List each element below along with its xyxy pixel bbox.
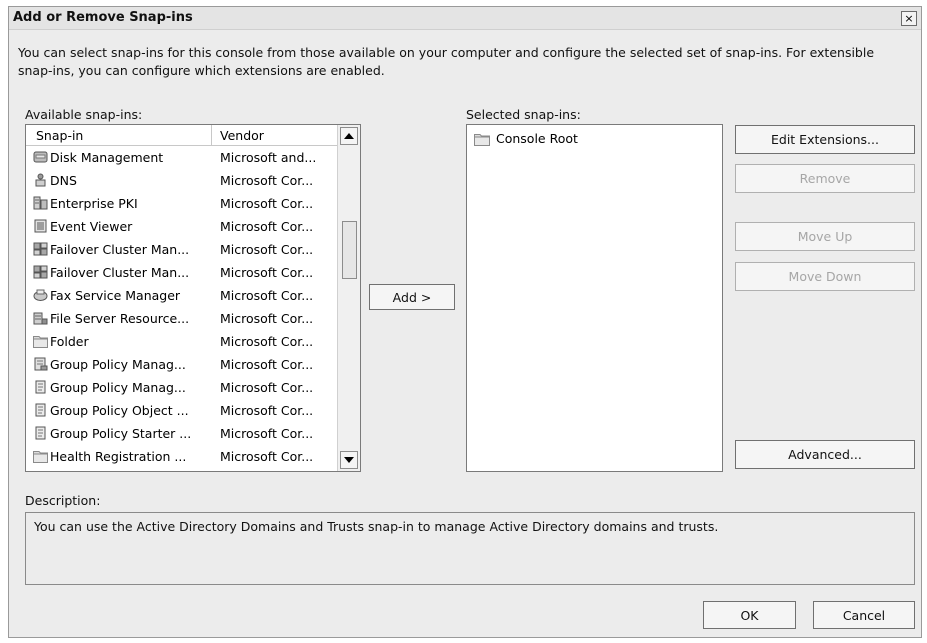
selected-item-label: Console Root xyxy=(496,131,578,146)
snapin-vendor: Microsoft Cor... xyxy=(220,242,314,257)
folder-icon xyxy=(33,451,48,463)
folder-icon xyxy=(33,336,48,348)
list-item[interactable]: Health Registration ... Microsoft Cor... xyxy=(26,445,337,468)
column-header-snapin[interactable]: Snap-in xyxy=(26,125,212,145)
snapin-name: Fax Service Manager xyxy=(50,288,181,303)
description-box: You can use the Active Directory Domains… xyxy=(25,512,915,585)
title-bar[interactable]: Add or Remove Snap-ins × xyxy=(9,7,921,30)
snapin-vendor: Microsoft Cor... xyxy=(220,357,314,372)
scroll-down-button[interactable] xyxy=(340,451,358,469)
snapin-vendor: Microsoft Cor... xyxy=(220,403,314,418)
available-snapins-list[interactable]: Snap-in Vendor Disk Management Microsoft … xyxy=(25,124,361,472)
list-item[interactable]: Fax Service Manager Microsoft Cor... xyxy=(26,284,337,307)
policy-document-icon xyxy=(35,380,46,394)
move-down-button[interactable]: Move Down xyxy=(735,262,915,291)
snapin-name: Group Policy Manag... xyxy=(50,357,186,372)
list-item[interactable]: Group Policy Manag... Microsoft Cor... xyxy=(26,376,337,399)
snapin-name: Enterprise PKI xyxy=(50,196,138,211)
snapin-vendor: Microsoft Cor... xyxy=(220,196,314,211)
snapin-name: Group Policy Manag... xyxy=(50,380,186,395)
list-item[interactable]: Group Policy Manag... Microsoft Cor... xyxy=(26,353,337,376)
selected-snapins-list[interactable]: Console Root xyxy=(466,124,723,472)
ok-button[interactable]: OK xyxy=(703,601,796,629)
arrow-down-icon xyxy=(344,457,354,463)
description-text: You can use the Active Directory Domains… xyxy=(34,519,719,534)
add-button[interactable]: Add > xyxy=(369,284,455,310)
group-policy-mgmt-icon xyxy=(34,357,48,371)
snapin-vendor: Microsoft Cor... xyxy=(220,449,314,464)
snapin-vendor: Microsoft Cor... xyxy=(220,265,314,280)
list-item[interactable]: Folder Microsoft Cor... xyxy=(26,330,337,353)
close-icon: × xyxy=(904,12,914,25)
snapin-vendor: Microsoft Cor... xyxy=(220,288,314,303)
snapin-name: Failover Cluster Man... xyxy=(50,242,190,257)
snapin-vendor: Microsoft Cor... xyxy=(220,380,314,395)
snapin-vendor: Microsoft Cor... xyxy=(220,426,314,441)
description-label: Description: xyxy=(25,493,101,508)
list-item[interactable]: Event Viewer Microsoft Cor... xyxy=(26,215,337,238)
snapin-vendor: Microsoft Cor... xyxy=(220,334,314,349)
list-item[interactable]: Group Policy Starter ... Microsoft Cor... xyxy=(26,422,337,445)
list-item[interactable]: Failover Cluster Man... Microsoft Cor... xyxy=(26,238,337,261)
list-item[interactable]: Enterprise PKI Microsoft Cor... xyxy=(26,192,337,215)
selected-snapins-label: Selected snap-ins: xyxy=(466,107,581,122)
list-header: Snap-in Vendor xyxy=(26,125,337,146)
column-header-vendor[interactable]: Vendor xyxy=(212,125,345,148)
policy-document-icon xyxy=(35,403,46,417)
remove-button[interactable]: Remove xyxy=(735,164,915,193)
dns-icon xyxy=(35,173,46,187)
list-item[interactable]: DNS Microsoft Cor... xyxy=(26,169,337,192)
snapin-name: DNS xyxy=(50,173,77,188)
snapin-vendor: Microsoft Cor... xyxy=(220,219,314,234)
file-server-icon xyxy=(33,312,48,325)
cancel-button[interactable]: Cancel xyxy=(813,601,915,629)
arrow-up-icon xyxy=(344,133,354,139)
list-item[interactable]: Disk Management Microsoft and... xyxy=(26,146,337,169)
pki-icon xyxy=(33,196,48,210)
snapin-name: Folder xyxy=(50,334,89,349)
snapin-name: Group Policy Object ... xyxy=(50,403,189,418)
fax-icon xyxy=(33,289,48,301)
scroll-up-button[interactable] xyxy=(340,127,358,145)
edit-extensions-button[interactable]: Edit Extensions... xyxy=(735,125,915,154)
snapin-name: Group Policy Starter ... xyxy=(50,426,192,441)
available-snapins-label: Available snap-ins: xyxy=(25,107,143,122)
snapin-vendor: Microsoft Cor... xyxy=(220,173,314,188)
dialog-title: Add or Remove Snap-ins xyxy=(13,10,193,25)
cluster-icon xyxy=(33,265,48,279)
advanced-button[interactable]: Advanced... xyxy=(735,440,915,469)
scroll-thumb[interactable] xyxy=(342,221,357,279)
cluster-icon xyxy=(33,242,48,256)
disk-icon xyxy=(33,151,48,163)
snapin-name: Disk Management xyxy=(50,150,164,165)
snapin-name: Event Viewer xyxy=(50,219,133,234)
event-viewer-icon xyxy=(34,219,47,233)
close-button[interactable]: × xyxy=(901,11,917,26)
snapin-name: File Server Resource... xyxy=(50,311,190,326)
list-item[interactable]: Group Policy Object ... Microsoft Cor... xyxy=(26,399,337,422)
list-item[interactable]: File Server Resource... Microsoft Cor... xyxy=(26,307,337,330)
available-rows: Disk Management Microsoft and... DNS Micros… xyxy=(26,146,337,468)
snapin-vendor: Microsoft Cor... xyxy=(220,311,314,326)
list-item[interactable]: Failover Cluster Man... Microsoft Cor... xyxy=(26,261,337,284)
move-up-button[interactable]: Move Up xyxy=(735,222,915,251)
snapin-name: Failover Cluster Man... xyxy=(50,265,190,280)
folder-icon xyxy=(474,134,490,146)
intro-text: You can select snap-ins for this console… xyxy=(18,45,875,78)
snapin-name: Health Registration ... xyxy=(50,449,187,464)
policy-document-icon xyxy=(35,426,46,440)
snapin-vendor: Microsoft and... xyxy=(220,150,317,165)
vertical-scrollbar[interactable] xyxy=(337,125,360,471)
